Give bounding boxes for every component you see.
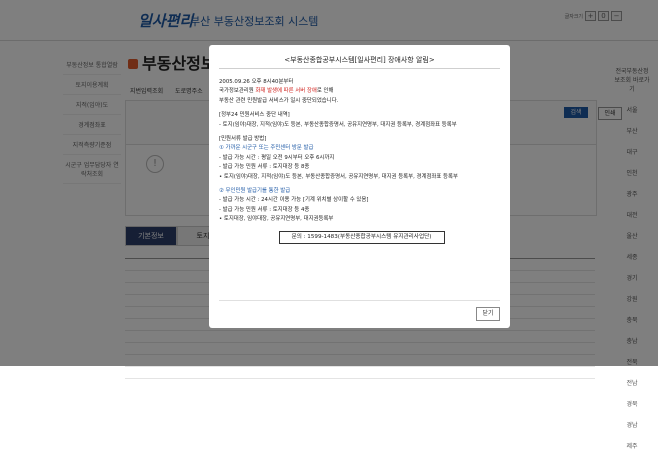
method-text: - 발급 가능 시간 : 24시간 이용 가능 [기계 위치별 상이할 수 있음… <box>219 197 369 204</box>
right-nav-item[interactable]: 경북 <box>614 393 650 414</box>
method-heading: ② 무인민원 발급기를 통한 발급 <box>219 188 291 195</box>
notice-cause: 국가정보관리원 화재 발생에 따른 서버 장애로 인해 <box>219 88 334 95</box>
modal-divider <box>219 68 500 69</box>
method-text: • 토지(임야)대장, 지적(임야)도 등본, 부동산종합증명서, 공유지연명부… <box>219 173 458 180</box>
table-row <box>125 367 595 379</box>
method-heading: ① 가까운 시군구 또는 주민센터 방문 발급 <box>219 145 314 152</box>
notice-summary: 부동산 관련 민원발급 서비스가 일시 중단되었습니다. <box>219 97 339 104</box>
method-text: - 발급 가능 시간 : 평일 오전 9시부터 오후 6시까지 <box>219 154 335 161</box>
modal-footer-divider <box>219 300 500 301</box>
modal-body: 2005.09.26 오후 8시40분부터 국가정보관리원 화재 발생에 따른 … <box>219 78 504 244</box>
contact-box: 문의 : 1599-1483(부동산종합공부시스템 유지관리사업단) <box>278 230 445 244</box>
close-button[interactable]: 닫기 <box>476 307 500 321</box>
method-text: - 발급 가능 민원 서류 : 토지대장 등 4종 <box>219 206 310 213</box>
notice-cause-highlight: 화재 발생에 따른 서버 장애 <box>255 88 317 95</box>
right-nav-item[interactable]: 전남 <box>614 372 650 393</box>
method-text: - 발급 가능 민원 서류 : 토지대장 등 8종 <box>219 164 310 171</box>
right-nav-item[interactable]: 제주 <box>614 435 650 456</box>
section-heading: [정부24 민원서비스 중단 내역] <box>219 112 290 119</box>
section-text: - 토지(임야)대장, 지적(임야)도 등본, 부동산종합증명서, 공유지연명부… <box>219 121 457 128</box>
method-text: • 토지대장, 임야대장, 공유지연명부, 대지권등록부 <box>219 216 334 223</box>
outage-notice-modal: <부동산종합공부시스템[일사편리] 장애사항 알림> 2005.09.26 오후… <box>209 45 510 328</box>
section-heading: [민원서류 발급 방법] <box>219 136 267 143</box>
right-nav-item[interactable]: 경남 <box>614 414 650 435</box>
notice-date: 2005.09.26 오후 8시40분부터 <box>219 79 294 85</box>
modal-title: <부동산종합공부시스템[일사편리] 장애사항 알림> <box>284 56 435 64</box>
